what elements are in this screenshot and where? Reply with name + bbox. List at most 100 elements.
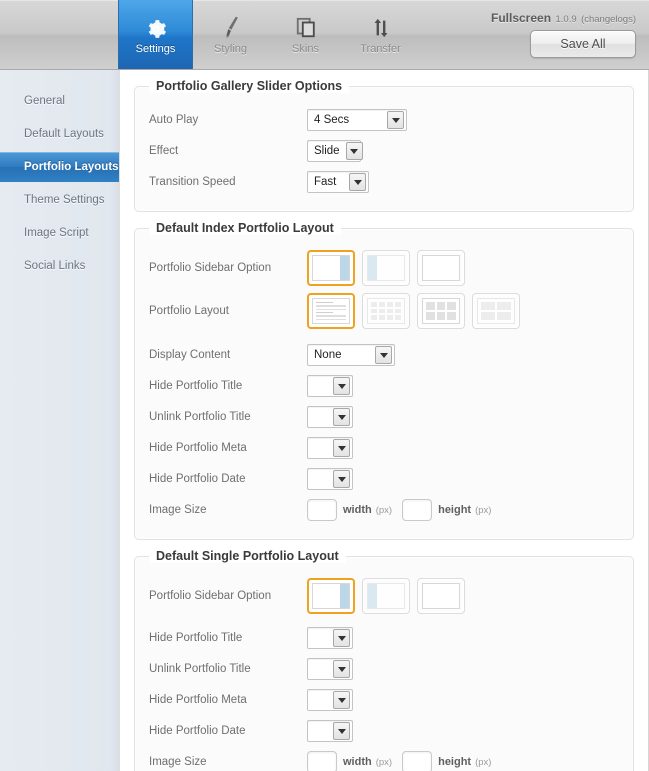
- theme-options-app: Settings Styling Skins Transfer Fullscre…: [0, 0, 649, 771]
- settings-content: Portfolio Gallery Slider Options Auto Pl…: [119, 70, 649, 771]
- hide-portfolio-date-select[interactable]: [307, 720, 353, 742]
- effect-select[interactable]: Slide: [307, 140, 363, 162]
- row-field: width (px) height (px): [307, 499, 501, 521]
- settings-sidebar: General Default Layouts Portfolio Layout…: [0, 70, 132, 771]
- chevron-down-icon[interactable]: [375, 346, 392, 364]
- chevron-down-icon[interactable]: [333, 439, 350, 457]
- row-image-size: Image Size width (px) height (px): [135, 747, 633, 771]
- display-content-select[interactable]: None: [307, 344, 395, 366]
- chevron-down-icon[interactable]: [333, 722, 350, 740]
- row-label: Auto Play: [149, 114, 199, 126]
- paintbrush-icon: [220, 14, 242, 40]
- chevron-down-icon[interactable]: [333, 629, 350, 647]
- row-hide-portfolio-date: Hide Portfolio Date: [135, 464, 633, 494]
- sidebar-item-theme-settings[interactable]: Theme Settings: [0, 185, 119, 215]
- row-hide-portfolio-date: Hide Portfolio Date: [135, 716, 633, 746]
- chevron-down-icon[interactable]: [333, 408, 350, 426]
- layout-option-list[interactable]: [307, 293, 355, 329]
- tab-transfer[interactable]: Transfer: [343, 0, 418, 69]
- sidebar-item-label: Social Links: [24, 260, 86, 272]
- tab-styling[interactable]: Styling: [193, 0, 268, 69]
- hide-portfolio-title-select[interactable]: [307, 375, 353, 397]
- row-label: Transition Speed: [149, 176, 236, 188]
- width-label: width: [343, 504, 372, 516]
- save-all-button[interactable]: Save All: [530, 30, 636, 58]
- image-height-input[interactable]: [402, 499, 433, 521]
- unlink-portfolio-title-select[interactable]: [307, 406, 353, 428]
- chevron-down-icon[interactable]: [333, 470, 350, 488]
- row-transition-speed: Transition Speed Fast: [135, 167, 633, 197]
- tab-skins[interactable]: Skins: [268, 0, 343, 69]
- sidebar-item-label: Image Script: [24, 227, 89, 239]
- sidebar-option-full-width[interactable]: [417, 578, 465, 614]
- hide-portfolio-meta-select[interactable]: [307, 689, 353, 711]
- sidebar-item-label: Default Layouts: [24, 128, 104, 140]
- sidebar-option-left-sidebar[interactable]: [362, 578, 410, 614]
- chevron-down-icon[interactable]: [387, 111, 404, 129]
- row-field: 4 Secs: [307, 109, 407, 131]
- row-field: [307, 627, 353, 649]
- hide-portfolio-title-select[interactable]: [307, 627, 353, 649]
- height-unit: (px): [475, 756, 492, 768]
- chevron-down-icon[interactable]: [333, 660, 350, 678]
- image-width-input[interactable]: [307, 751, 337, 771]
- transition-speed-select[interactable]: Fast: [307, 171, 369, 193]
- row-field: [307, 720, 353, 742]
- row-label: Hide Portfolio Meta: [149, 694, 247, 706]
- row-label: Hide Portfolio Date: [149, 473, 246, 485]
- sidebar-option-right-sidebar[interactable]: [307, 250, 355, 286]
- row-portfolio-layout: Portfolio Layout: [135, 290, 633, 332]
- select-value: 4 Secs: [314, 114, 350, 126]
- sidebar-item-label: Portfolio Layouts: [24, 161, 119, 173]
- row-label: Effect: [149, 145, 179, 157]
- panel-default-single-portfolio-layout: Default Single Portfolio Layout Portfoli…: [134, 549, 634, 771]
- sidebar-item-image-script[interactable]: Image Script: [0, 218, 119, 248]
- row-unlink-portfolio-title: Unlink Portfolio Title: [135, 654, 633, 684]
- sidebar-option-right-sidebar[interactable]: [307, 578, 355, 614]
- sidebar-item-portfolio-layouts[interactable]: Portfolio Layouts: [0, 152, 132, 182]
- layers-icon: [295, 14, 317, 40]
- row-field: [307, 658, 353, 680]
- auto-play-select[interactable]: 4 Secs: [307, 109, 407, 131]
- tab-settings[interactable]: Settings: [118, 0, 193, 69]
- chevron-down-icon[interactable]: [345, 142, 363, 160]
- version-number: 1.0.9: [555, 14, 577, 25]
- hide-portfolio-meta-select[interactable]: [307, 437, 353, 459]
- height-label: height: [438, 504, 472, 516]
- panel-title: Default Index Portfolio Layout: [149, 221, 341, 235]
- changelogs-link[interactable]: (changelogs): [581, 14, 636, 25]
- image-width-input[interactable]: [307, 499, 337, 521]
- sidebar-item-default-layouts[interactable]: Default Layouts: [0, 119, 119, 149]
- width-label: width: [343, 756, 372, 768]
- panel-portfolio-gallery-slider-options: Portfolio Gallery Slider Options Auto Pl…: [134, 79, 634, 212]
- width-unit: (px): [375, 504, 393, 516]
- image-height-input[interactable]: [402, 751, 433, 771]
- row-field: [307, 437, 353, 459]
- tab-settings-label: Settings: [135, 43, 176, 55]
- app-body: General Default Layouts Portfolio Layout…: [0, 70, 649, 771]
- select-value: None: [314, 349, 342, 361]
- sidebar-item-general[interactable]: General: [0, 86, 119, 116]
- hide-portfolio-date-select[interactable]: [307, 468, 353, 490]
- layout-option-four-column-grid[interactable]: [362, 293, 410, 329]
- chevron-down-icon[interactable]: [333, 691, 350, 709]
- select-value: Fast: [314, 176, 337, 188]
- transfer-arrows-icon: [370, 14, 392, 40]
- row-portfolio-sidebar-option: Portfolio Sidebar Option: [135, 247, 633, 289]
- row-field: [307, 689, 353, 711]
- row-label: Unlink Portfolio Title: [149, 411, 251, 423]
- layout-option-three-column-grid[interactable]: [417, 293, 465, 329]
- tab-skins-label: Skins: [292, 43, 319, 55]
- gear-icon: [145, 14, 167, 40]
- layout-option-two-column-grid[interactable]: [472, 293, 520, 329]
- tab-transfer-label: Transfer: [360, 43, 401, 55]
- unlink-portfolio-title-select[interactable]: [307, 658, 353, 680]
- chevron-down-icon[interactable]: [349, 173, 366, 191]
- product-name: Fullscreen: [491, 11, 552, 25]
- chevron-down-icon[interactable]: [333, 377, 350, 395]
- sidebar-option-full-width[interactable]: [417, 250, 465, 286]
- row-portfolio-sidebar-option: Portfolio Sidebar Option: [135, 575, 633, 617]
- version-info: Fullscreen 1.0.9 (changelogs): [491, 9, 636, 27]
- sidebar-option-left-sidebar[interactable]: [362, 250, 410, 286]
- sidebar-item-social-links[interactable]: Social Links: [0, 251, 119, 281]
